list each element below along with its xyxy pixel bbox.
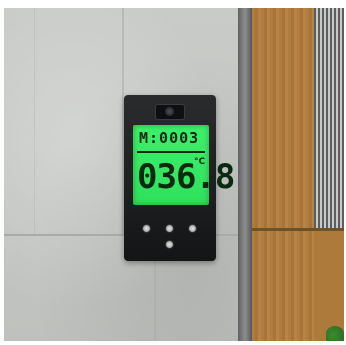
sensor-lens-icon	[165, 107, 174, 116]
lcd-divider	[137, 151, 205, 153]
left-button[interactable]	[142, 224, 151, 233]
right-button[interactable]	[188, 224, 197, 233]
infrared-sensor	[155, 104, 185, 120]
wall-seam	[34, 8, 35, 234]
plant	[326, 326, 344, 341]
memory-readout: M:0003	[139, 129, 200, 147]
temperature-readout: 036.8	[137, 157, 235, 197]
scene: M:0003 036.8 °C	[0, 0, 346, 345]
unit-label: °C	[194, 157, 206, 167]
power-button[interactable]	[165, 240, 174, 249]
wood-seam	[252, 228, 344, 231]
wood-panel-lower	[314, 231, 344, 341]
wood-panel	[252, 8, 314, 341]
lcd-display: M:0003 036.8 °C	[133, 125, 235, 205]
metal-pillar	[238, 8, 252, 341]
center-button[interactable]	[165, 224, 174, 233]
